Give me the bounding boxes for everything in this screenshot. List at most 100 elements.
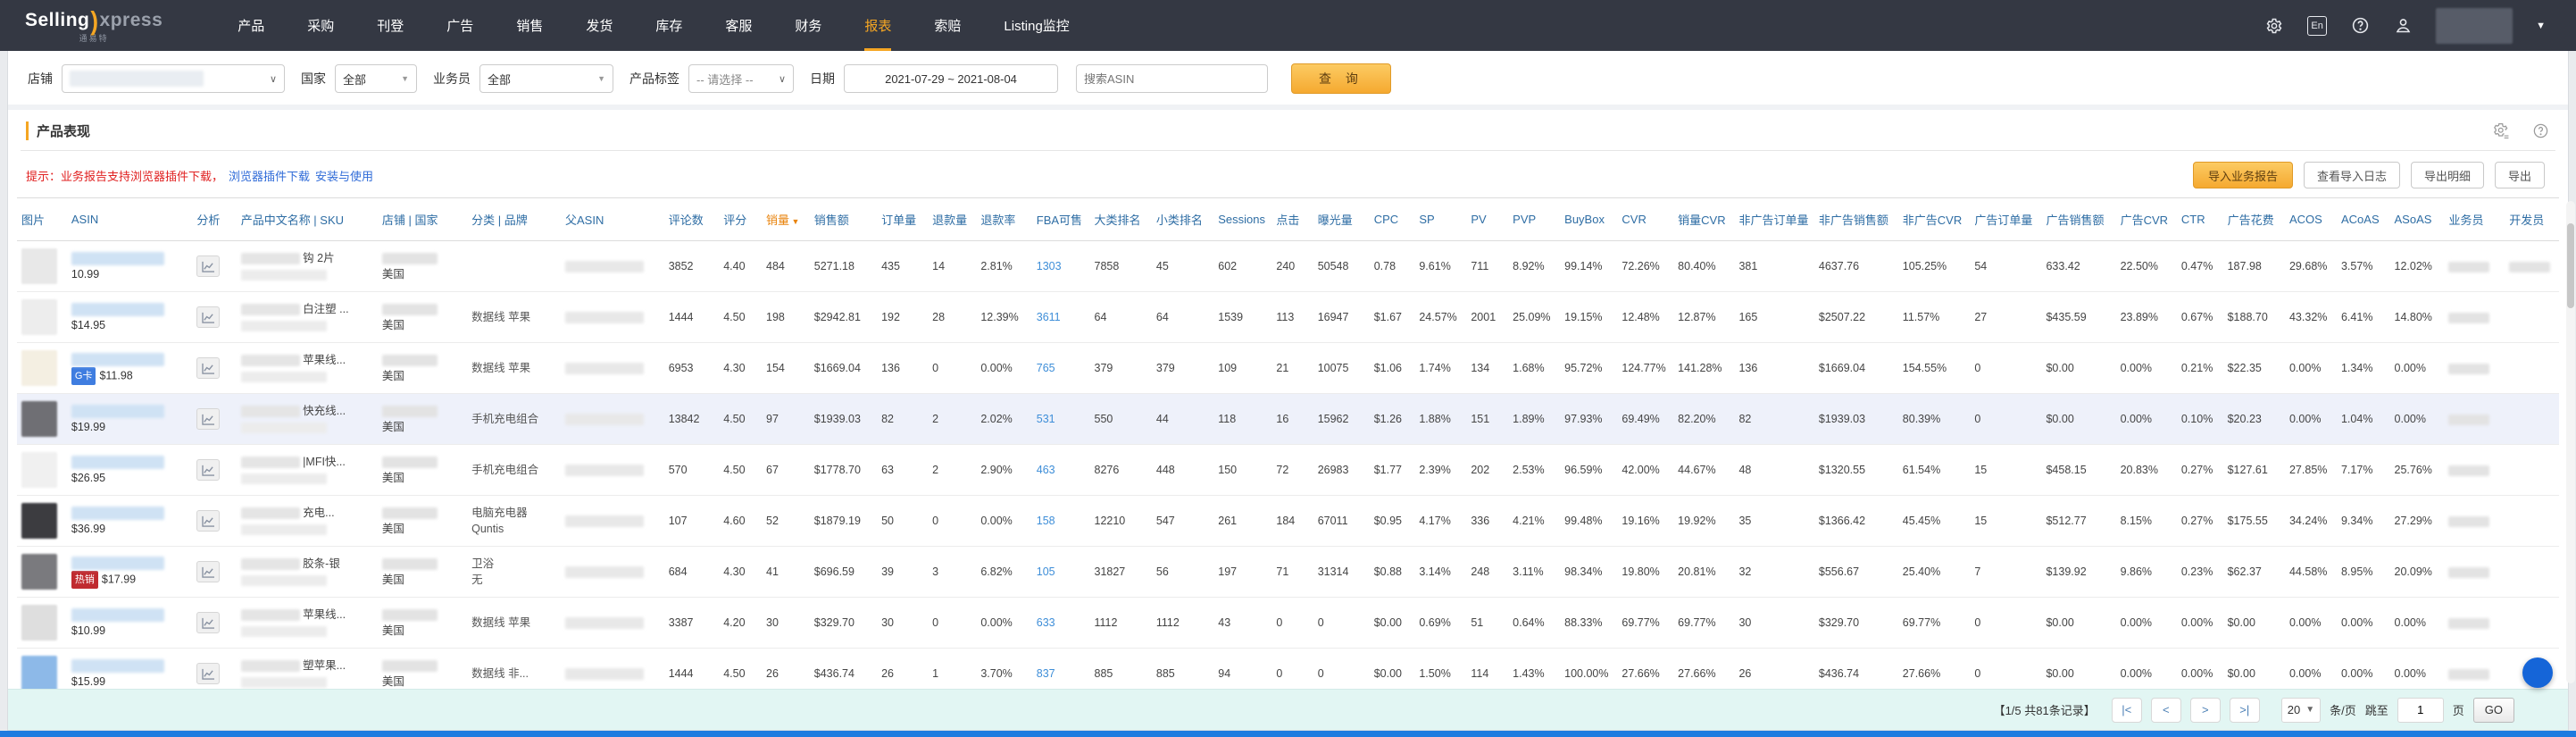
go-button[interactable]: GO (2473, 698, 2514, 723)
column-header-asoas[interactable]: ASoAS (2390, 198, 2445, 241)
value-fba[interactable]: 765 (1037, 362, 1055, 374)
column-header-sessions[interactable]: Sessions (1213, 198, 1271, 241)
nav-item-8[interactable]: 财务 (773, 0, 843, 51)
language-en-icon[interactable]: En (2307, 16, 2327, 36)
column-header-acoas[interactable]: ACoAS (2337, 198, 2390, 241)
plugin-download-link[interactable]: 浏览器插件下载 (229, 167, 310, 184)
column-header-clicks[interactable]: 点击 (1271, 198, 1313, 241)
analysis-chart-button[interactable] (196, 510, 220, 532)
column-header-cat_rank[interactable]: 大类排名 (1090, 198, 1152, 241)
column-header-revenue[interactable]: 销售额 (810, 198, 877, 241)
value-fba[interactable]: 531 (1037, 413, 1055, 425)
settings-gear-icon[interactable] (2264, 16, 2284, 36)
analysis-chart-button[interactable] (196, 561, 220, 582)
analysis-chart-button[interactable] (196, 255, 220, 277)
jump-page-input[interactable] (2397, 698, 2444, 723)
help-icon[interactable] (2350, 16, 2370, 36)
nav-item-1[interactable]: 采购 (286, 0, 355, 51)
product-tag-select[interactable]: -- 请选择 -- ∨ (688, 64, 794, 93)
value-fba[interactable]: 837 (1037, 667, 1055, 680)
export-detail-button[interactable]: 导出明细 (2411, 162, 2484, 188)
value-fba[interactable]: 158 (1037, 515, 1055, 527)
floating-chat-button[interactable] (2522, 657, 2553, 688)
nav-item-0[interactable]: 产品 (216, 0, 286, 51)
column-header-image[interactable]: 图片 (17, 198, 67, 241)
column-header-pv[interactable]: PV (1466, 198, 1508, 241)
value-fba[interactable]: 3611 (1037, 311, 1061, 323)
column-header-ctr[interactable]: CTR (2177, 198, 2223, 241)
column-header-nonad_cvr[interactable]: 非广告CVR (1898, 198, 1971, 241)
column-header-salesman[interactable]: 业务员 (2444, 198, 2505, 241)
nav-item-2[interactable]: 刊登 (355, 0, 425, 51)
nav-item-7[interactable]: 客服 (704, 0, 773, 51)
value-fba[interactable]: 633 (1037, 616, 1055, 629)
scrollbar-thumb[interactable] (2567, 223, 2574, 308)
search-asin-input[interactable] (1076, 64, 1268, 93)
user-icon[interactable] (2393, 16, 2413, 36)
nav-item-3[interactable]: 广告 (425, 0, 495, 51)
column-header-shop[interactable]: 店铺 | 国家 (378, 198, 467, 241)
column-header-buybox[interactable]: BuyBox (1560, 198, 1617, 241)
column-header-reviews[interactable]: 评论数 (664, 198, 720, 241)
column-header-impressions[interactable]: 曝光量 (1313, 198, 1370, 241)
nav-item-9[interactable]: 报表 (843, 0, 913, 51)
column-header-refunds[interactable]: 退款量 (928, 198, 976, 241)
column-header-ad_revenue[interactable]: 广告销售额 (2041, 198, 2115, 241)
analysis-chart-button[interactable] (196, 663, 220, 684)
import-report-button[interactable]: 导入业务报告 (2193, 162, 2293, 188)
analysis-chart-button[interactable] (196, 357, 220, 379)
column-header-parent_asin[interactable]: 父ASIN (561, 198, 664, 241)
column-header-developer[interactable]: 开发员 (2505, 198, 2559, 241)
column-header-fba[interactable]: FBA可售 (1032, 198, 1090, 241)
column-header-nonad_revenue[interactable]: 非广告销售额 (1814, 198, 1898, 241)
column-header-nonad_orders[interactable]: 非广告订单量 (1734, 198, 1813, 241)
query-button[interactable]: 查 询 (1291, 63, 1391, 94)
export-button[interactable]: 导出 (2495, 162, 2545, 188)
column-header-cvr[interactable]: CVR (1617, 198, 1673, 241)
nav-item-6[interactable]: 库存 (634, 0, 704, 51)
analysis-chart-button[interactable] (196, 408, 220, 430)
value-fba[interactable]: 463 (1037, 464, 1055, 476)
last-page-button[interactable]: >| (2230, 698, 2260, 723)
app-logo[interactable]: Selling)xpress 通易特 (25, 9, 163, 43)
analysis-chart-button[interactable] (196, 459, 220, 481)
column-header-sp[interactable]: SP (1414, 198, 1466, 241)
value-fba[interactable]: 1303 (1037, 260, 1062, 272)
column-header-analysis[interactable]: 分析 (192, 198, 236, 241)
nav-item-10[interactable]: 索赔 (913, 0, 982, 51)
account-dropdown-icon[interactable]: ▼ (2536, 21, 2546, 31)
first-page-button[interactable]: |< (2112, 698, 2142, 723)
nav-item-5[interactable]: 发货 (564, 0, 634, 51)
salesman-select[interactable]: 全部 ▼ (479, 64, 613, 93)
column-header-sales[interactable]: 销量 ▼ (762, 198, 810, 241)
column-header-cpc[interactable]: CPC (1370, 198, 1415, 241)
view-import-log-button[interactable]: 查看导入日志 (2304, 162, 2400, 188)
prev-page-button[interactable]: < (2151, 698, 2181, 723)
column-header-ad_orders[interactable]: 广告订单量 (1970, 198, 2041, 241)
analysis-chart-button[interactable] (196, 612, 220, 633)
page-size-select[interactable]: 20 ▼ (2281, 698, 2321, 723)
install-guide-link[interactable]: 安装与使用 (315, 167, 373, 184)
column-header-subcat_rank[interactable]: 小类排名 (1152, 198, 1213, 241)
column-header-name[interactable]: 产品中文名称 | SKU (237, 198, 378, 241)
nav-item-4[interactable]: 销售 (495, 0, 564, 51)
column-header-acos[interactable]: ACOS (2285, 198, 2337, 241)
column-settings-gear-icon[interactable] (2493, 122, 2511, 140)
column-header-orders[interactable]: 订单量 (877, 198, 928, 241)
column-header-refund_rate[interactable]: 退款率 (976, 198, 1031, 241)
country-select[interactable]: 全部 ▼ (335, 64, 417, 93)
panel-help-icon[interactable] (2532, 122, 2550, 140)
column-header-sales_cvr[interactable]: 销量CVR (1673, 198, 1734, 241)
vertical-scrollbar[interactable] (2566, 201, 2575, 683)
analysis-chart-button[interactable] (196, 306, 220, 328)
nav-item-11[interactable]: Listing监控 (982, 0, 1090, 51)
column-header-rating[interactable]: 评分 (719, 198, 762, 241)
column-header-category[interactable]: 分类 | 品牌 (467, 198, 561, 241)
column-header-ad_spend[interactable]: 广告花费 (2223, 198, 2285, 241)
column-header-pvp[interactable]: PVP (1508, 198, 1560, 241)
shop-select[interactable]: ∨ (62, 64, 285, 93)
date-range-input[interactable] (844, 64, 1058, 93)
column-header-ad_cvr[interactable]: 广告CVR (2116, 198, 2177, 241)
column-header-asin[interactable]: ASIN (67, 198, 193, 241)
value-fba[interactable]: 105 (1037, 565, 1055, 578)
